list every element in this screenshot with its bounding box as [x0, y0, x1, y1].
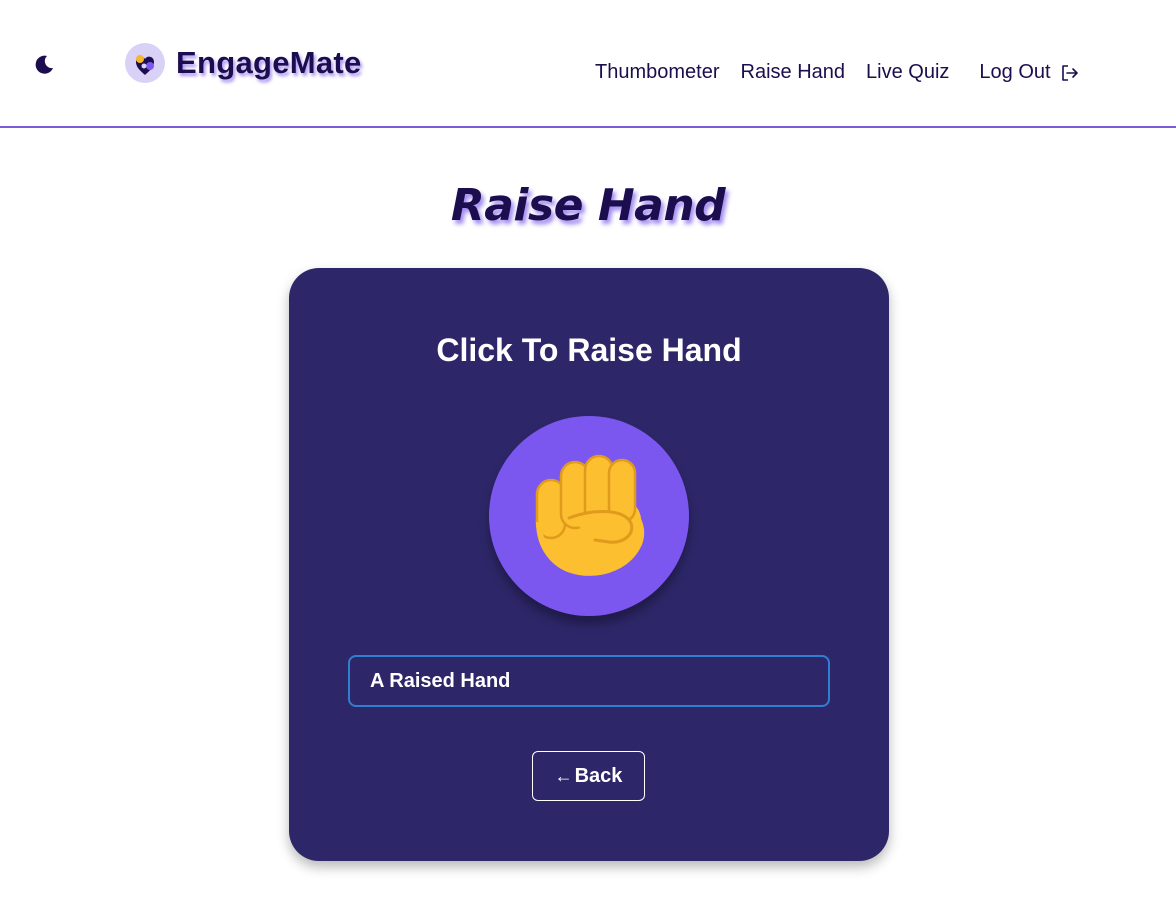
raised-fist-icon — [535, 454, 645, 576]
page-title: Raise Hand — [450, 180, 726, 231]
message-input[interactable] — [348, 655, 830, 707]
logout-link[interactable]: Log Out — [979, 61, 1079, 84]
card-heading: Click To Raise Hand — [436, 332, 742, 368]
brand[interactable]: EngageMate — [124, 42, 362, 84]
raise-hand-button[interactable] — [489, 416, 689, 616]
engagemate-logo-icon — [125, 43, 165, 83]
nav-link-live-quiz[interactable]: Live Quiz — [866, 61, 949, 84]
nav-link-thumbometer[interactable]: Thumbometer — [595, 61, 720, 84]
raise-hand-card: Click To Raise Hand ← Back — [289, 268, 889, 861]
arrow-left-icon: ← — [554, 765, 573, 786]
moon-icon[interactable] — [30, 50, 58, 78]
logout-label: Log Out — [979, 61, 1051, 83]
nav-link-raise-hand[interactable]: Raise Hand — [741, 61, 846, 84]
back-button[interactable]: ← Back — [532, 751, 645, 801]
brand-name: EngageMate — [176, 45, 362, 80]
top-navbar: EngageMate Thumbometer Raise Hand Live Q… — [0, 0, 1176, 128]
back-label: Back — [574, 764, 623, 787]
logout-icon — [1061, 64, 1078, 81]
nav-links: Thumbometer Raise Hand Live Quiz Log Out — [595, 61, 1080, 84]
